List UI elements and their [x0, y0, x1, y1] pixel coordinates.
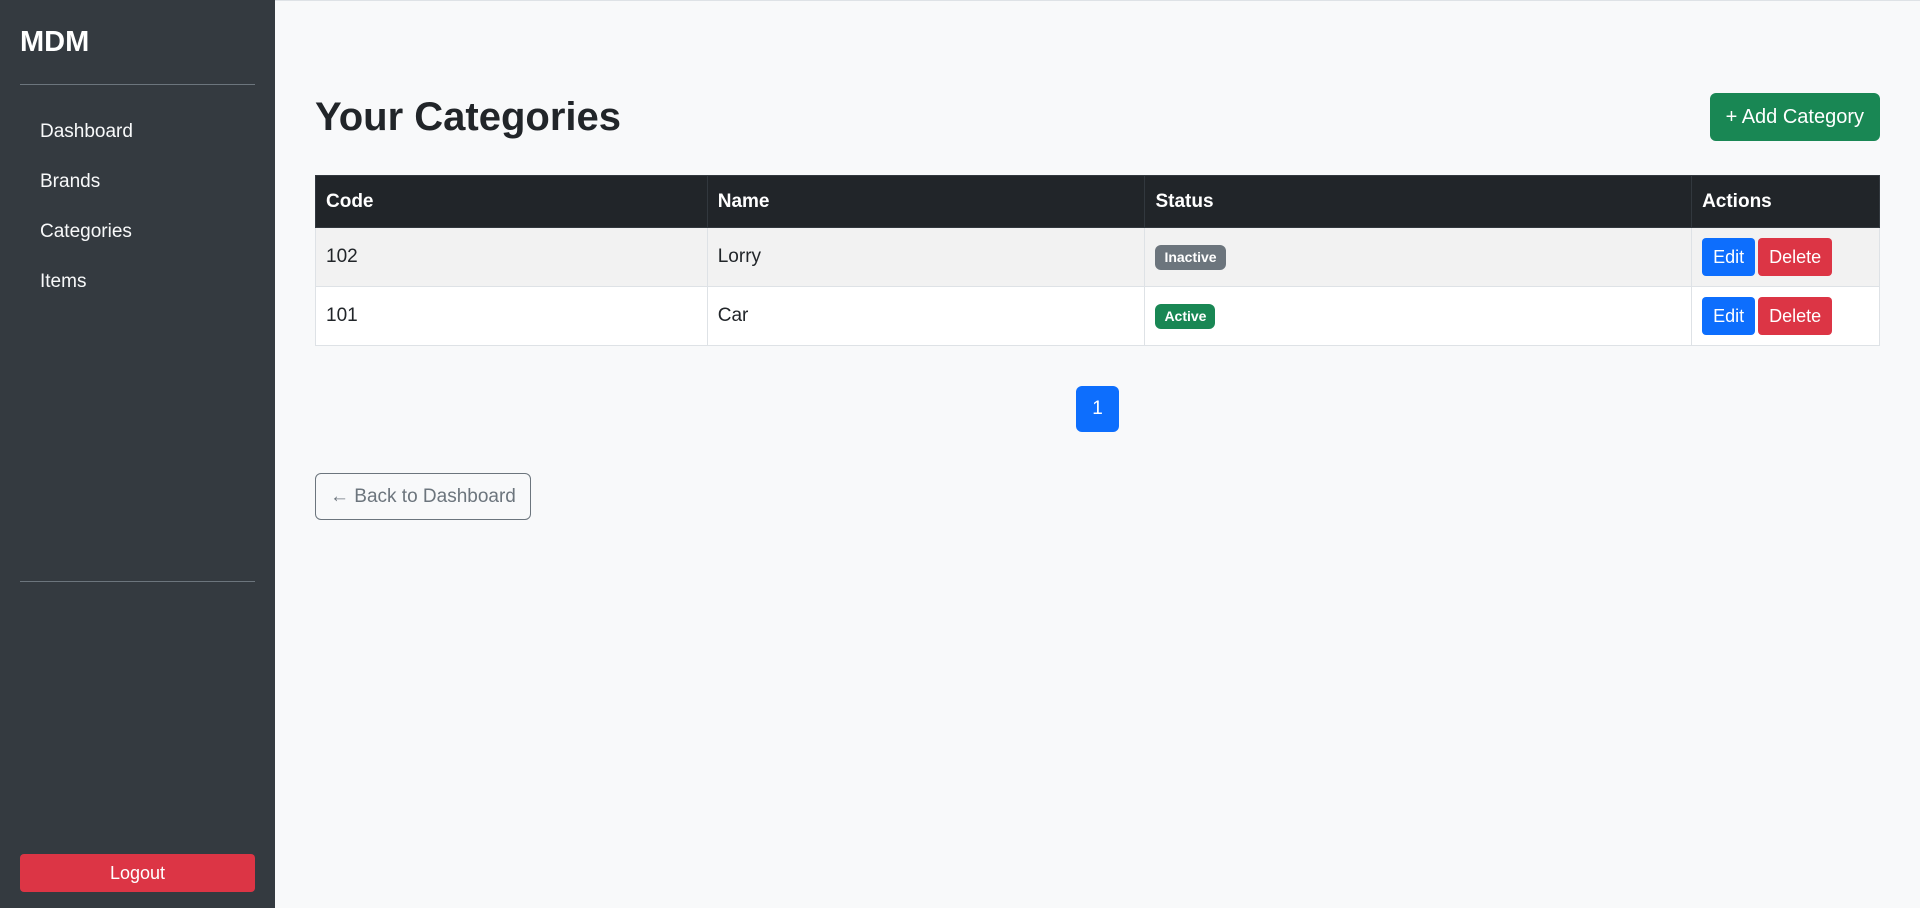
delete-button[interactable]: Delete [1758, 297, 1833, 335]
sidebar-divider-bottom [20, 581, 255, 582]
status-badge: Inactive [1155, 244, 1226, 270]
pagination: 1 [315, 386, 1880, 432]
main-content: Your Categories + Add Category Code Name… [275, 0, 1920, 908]
categories-table: Code Name Status Actions 102 Lorry Inact… [315, 175, 1880, 346]
app-root: MDM Dashboard Brands Categories Items Lo… [0, 0, 1920, 908]
page-title: Your Categories [315, 94, 621, 139]
column-header-status: Status [1144, 175, 1693, 228]
status-badge: Active [1155, 303, 1216, 329]
sidebar-item-dashboard[interactable]: Dashboard [20, 107, 255, 157]
column-header-name: Name [706, 175, 1146, 228]
brand-title: MDM [20, 26, 90, 58]
sidebar-item-categories[interactable]: Categories [20, 207, 255, 257]
table-row: 101 Car Active Edit Delete [315, 286, 1880, 346]
edit-button[interactable]: Edit [1702, 238, 1756, 276]
table-row: 102 Lorry Inactive Edit Delete [315, 227, 1880, 287]
page-button-current[interactable]: 1 [1076, 386, 1119, 432]
table-header-row: Code Name Status Actions [315, 175, 1880, 228]
cell-name: Car [706, 286, 1146, 346]
back-to-dashboard-button[interactable]: ← Back to Dashboard [315, 473, 531, 520]
sidebar-item-items[interactable]: Items [20, 257, 255, 307]
page-header: Your Categories + Add Category [315, 93, 1880, 141]
add-category-button[interactable]: + Add Category [1709, 93, 1880, 141]
cell-code: 101 [315, 286, 708, 346]
cell-status: Active [1144, 286, 1693, 346]
sidebar: MDM Dashboard Brands Categories Items Lo… [0, 0, 275, 908]
sidebar-item-brands[interactable]: Brands [20, 157, 255, 207]
cell-code: 102 [315, 227, 708, 287]
column-header-actions: Actions [1691, 175, 1880, 228]
edit-button[interactable]: Edit [1702, 297, 1756, 335]
cell-status: Inactive [1144, 227, 1693, 287]
cell-name: Lorry [706, 227, 1146, 287]
logout-button[interactable]: Logout [20, 854, 255, 892]
column-header-code: Code [315, 175, 708, 228]
sidebar-divider-top [20, 84, 255, 85]
sidebar-nav: Dashboard Brands Categories Items [20, 107, 255, 307]
delete-button[interactable]: Delete [1758, 238, 1833, 276]
cell-actions: Edit Delete [1691, 286, 1880, 346]
cell-actions: Edit Delete [1691, 227, 1880, 287]
